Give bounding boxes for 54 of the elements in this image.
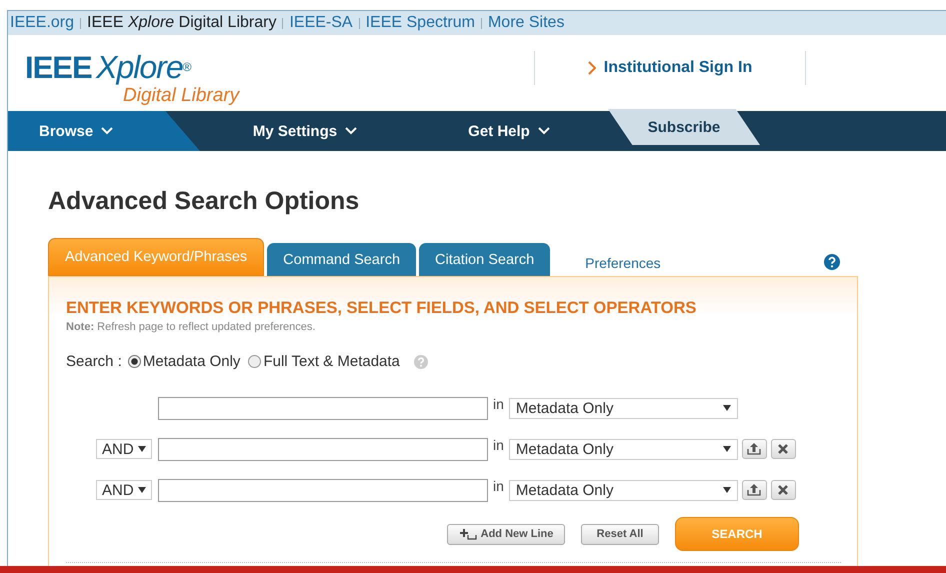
- chevron-down-icon: [101, 127, 114, 135]
- upload-arrow-icon: [746, 442, 762, 456]
- caret-down-icon: [722, 405, 731, 411]
- institutional-sign-in-link[interactable]: Institutional Sign In: [588, 59, 752, 77]
- radio-button[interactable]: [128, 355, 141, 368]
- site-link[interactable]: More Sites: [488, 14, 564, 32]
- chevron-down-icon: [345, 127, 358, 135]
- close-icon: [777, 443, 790, 455]
- reset-all-button[interactable]: Reset All: [581, 524, 659, 544]
- caret-down-icon: [138, 446, 146, 452]
- chevron-icon: [588, 61, 596, 75]
- field-dropdown[interactable]: Metadata Only: [508, 398, 738, 418]
- operator-dropdown[interactable]: AND: [96, 480, 152, 500]
- current-site-label: IEEE Xplore Digital Library: [87, 14, 276, 32]
- in-label: in: [493, 396, 504, 412]
- help-icon[interactable]: [824, 254, 840, 270]
- remove-line-button[interactable]: [770, 439, 796, 459]
- caret-down-icon: [722, 446, 731, 452]
- search-term-field[interactable]: [158, 396, 488, 420]
- in-label: in: [493, 478, 504, 494]
- nav-menu-item[interactable]: Browse: [8, 111, 200, 151]
- radio-label[interactable]: Metadata Only: [142, 353, 240, 370]
- site-link[interactable]: IEEE.org: [10, 14, 74, 32]
- close-icon: [777, 484, 790, 496]
- move-up-button[interactable]: [742, 439, 767, 459]
- move-up-button[interactable]: [742, 480, 767, 500]
- operator-dropdown[interactable]: AND: [96, 439, 152, 459]
- radio-label[interactable]: Full Text & Metadata: [263, 353, 400, 370]
- nav-menu-item[interactable]: Get Help: [410, 111, 608, 151]
- search-label: Search :: [66, 353, 122, 370]
- site-link[interactable]: IEEE Spectrum: [366, 14, 475, 32]
- search-tab[interactable]: Citation Search: [419, 243, 550, 276]
- caret-down-icon: [138, 487, 146, 493]
- radio-button[interactable]: [248, 355, 262, 368]
- chevron-down-icon: [538, 127, 550, 135]
- site-link[interactable]: IEEE-SA: [289, 14, 353, 32]
- search-term-field[interactable]: [158, 478, 488, 502]
- note-text: Note: Refresh page to reflect updated preferences.: [66, 321, 316, 333]
- field-dropdown[interactable]: Metadata Only: [508, 480, 738, 500]
- remove-line-button[interactable]: [770, 480, 796, 500]
- plus-icon: [458, 528, 477, 540]
- upload-arrow-icon: [746, 483, 762, 497]
- panel-heading: ENTER KEYWORDS OR PHRASES, SELECT FIELDS, AND SELECT OPERATORS: [66, 299, 698, 318]
- in-label: in: [493, 437, 504, 453]
- preferences-link[interactable]: Preferences: [585, 255, 661, 271]
- site-logo[interactable]: IEEEXplore$^{®}$ Digital Library: [25, 52, 245, 107]
- page-title: Advanced Search Options: [48, 187, 360, 216]
- add-new-line-button[interactable]: Add New Line: [447, 524, 565, 544]
- nav-menu-item[interactable]: Subscribe: [608, 109, 760, 145]
- field-dropdown[interactable]: Metadata Only: [508, 438, 738, 460]
- caret-down-icon: [722, 487, 731, 493]
- search-tab[interactable]: Command Search: [267, 243, 416, 276]
- nav-menu-item[interactable]: My Settings: [200, 111, 410, 151]
- search-term-field[interactable]: [158, 438, 488, 460]
